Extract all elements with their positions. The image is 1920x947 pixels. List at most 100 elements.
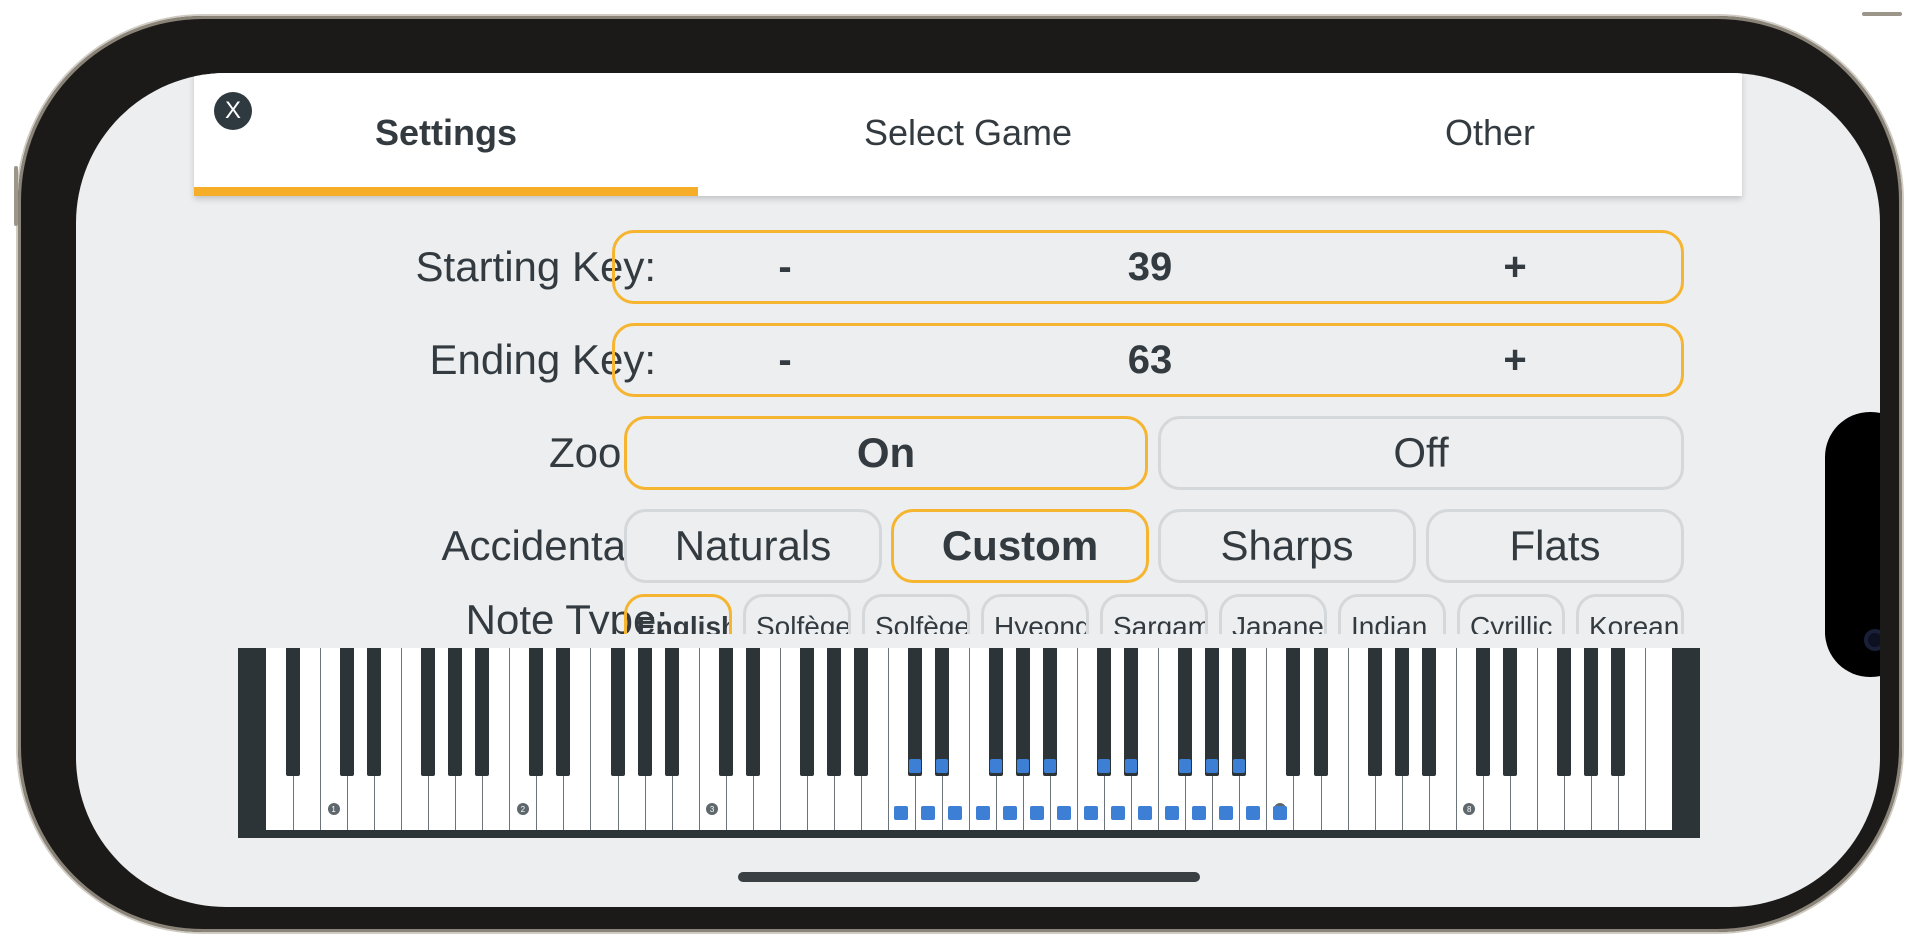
white-key-divider [1077,648,1079,830]
black-key[interactable] [1124,648,1139,776]
home-indicator[interactable] [738,872,1200,882]
black-key[interactable] [1232,648,1247,776]
black-key[interactable] [340,648,355,776]
selected-key-marker [1179,759,1192,773]
selected-key-marker [1125,759,1138,773]
piano-keys[interactable]: 12378 [266,648,1672,830]
zoom-on-button[interactable]: On [624,416,1148,490]
black-key[interactable] [664,648,679,776]
note-type-option[interactable]: English [624,594,732,634]
white-key-divider [1536,648,1538,830]
octave-label: 3 [706,803,719,815]
tab-bar: X Settings Select Game Other [194,73,1742,196]
white-key-divider [887,648,889,830]
selected-key-marker [1245,806,1260,820]
tab-other[interactable]: Other [1238,73,1742,193]
black-key[interactable] [1178,648,1193,776]
starting-key-increment-button[interactable]: + [1465,233,1565,301]
black-key[interactable] [529,648,544,776]
piano-keyboard[interactable]: 12378 [238,648,1700,838]
black-key[interactable] [1421,648,1436,776]
black-key[interactable] [367,648,382,776]
zoom-off-button[interactable]: Off [1158,416,1684,490]
ending-key-increment-button[interactable]: + [1465,326,1565,394]
ending-key-stepper: - 63 + [612,323,1684,397]
note-type-option[interactable]: Sargam [1100,594,1208,634]
selected-key-marker [1056,806,1071,820]
ending-key-label: Ending Key: [429,336,657,383]
note-type-option[interactable]: Japanese [1219,594,1327,634]
octave-label: 1 [327,803,340,815]
selected-key-marker [1206,759,1219,773]
black-key[interactable] [1502,648,1517,776]
selected-key-marker [1002,806,1017,820]
black-key[interactable] [718,648,733,776]
black-key[interactable] [989,648,1004,776]
black-key[interactable] [907,648,922,776]
selected-key-marker [1098,759,1111,773]
zoom-label: Zoom: [548,429,668,476]
accidentals-naturals-button[interactable]: Naturals [624,509,882,583]
black-key[interactable] [610,648,625,776]
note-type-option[interactable]: Cyrillic [1457,594,1565,634]
note-type-option[interactable]: Hyeongu [981,594,1089,634]
side-button [1862,12,1902,16]
accidentals-sharps-button[interactable]: Sharps [1158,509,1416,583]
black-key[interactable] [1556,648,1571,776]
black-key[interactable] [1610,648,1625,776]
selected-key-marker [1218,806,1233,820]
selected-key-marker [908,759,921,773]
accidentals-flats-button[interactable]: Flats [1426,509,1684,583]
black-key[interactable] [1016,648,1031,776]
note-type-option[interactable]: Indian [1338,594,1446,634]
black-key[interactable] [1205,648,1220,776]
black-key[interactable] [1367,648,1382,776]
selected-key-marker [1191,806,1206,820]
starting-key-label: Starting Key: [415,243,656,290]
white-key-divider [698,648,700,830]
black-key[interactable] [826,648,841,776]
selected-key-marker [1272,806,1287,820]
starting-key-decrement-button[interactable]: - [735,233,835,301]
ending-key-decrement-button[interactable]: - [735,326,835,394]
black-key[interactable] [934,648,949,776]
white-key-divider [320,648,322,830]
black-key[interactable] [556,648,571,776]
black-key[interactable] [1475,648,1490,776]
note-type-option[interactable]: Solfège [743,594,851,634]
white-key-divider [1158,648,1160,830]
black-key[interactable] [286,648,301,776]
black-key[interactable] [1286,648,1301,776]
selected-key-marker [1029,806,1044,820]
white-key-divider [969,648,970,830]
selected-key-marker [1083,806,1098,820]
black-key[interactable] [421,648,436,776]
black-key[interactable] [1394,648,1409,776]
black-key[interactable] [448,648,463,776]
black-key[interactable] [475,648,490,776]
accidentals-custom-button[interactable]: Custom [891,509,1149,583]
black-key[interactable] [1097,648,1112,776]
black-key[interactable] [1043,648,1058,776]
selected-key-marker [1164,806,1179,820]
black-key[interactable] [853,648,868,776]
note-type-option[interactable]: Solfège 2 [862,594,970,634]
tab-select-game[interactable]: Select Game [698,73,1238,193]
note-type-option[interactable]: Korean [1576,594,1684,634]
black-key[interactable] [1583,648,1598,776]
black-key[interactable] [799,648,814,776]
white-key-divider [509,648,511,830]
note-type-label: Note Type: [465,596,668,634]
selected-key-marker [935,759,948,773]
black-key[interactable] [745,648,760,776]
selected-key-marker [990,759,1003,773]
tab-settings[interactable]: Settings [194,73,698,193]
white-key-divider [779,648,781,830]
selected-key-marker [921,806,936,820]
selected-key-marker [948,806,963,820]
black-key[interactable] [1313,648,1328,776]
selected-key-marker [1137,806,1152,820]
starting-key-value: 39 [1127,244,1173,289]
selected-key-marker [894,806,909,820]
black-key[interactable] [637,648,652,776]
